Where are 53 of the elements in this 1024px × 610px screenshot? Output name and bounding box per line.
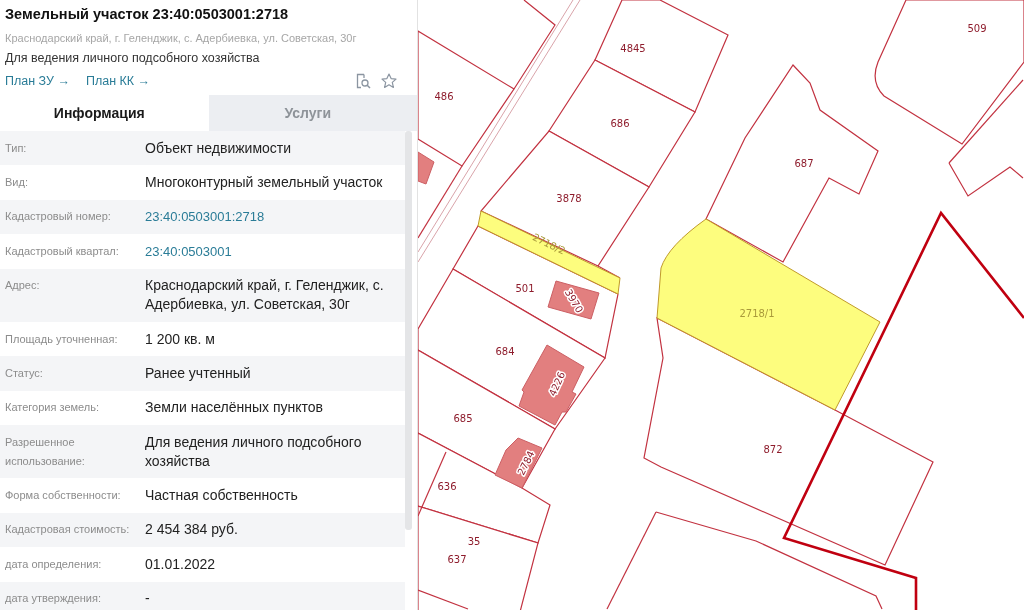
field-value: Краснодарский край, г. Геленджик, с. Адербиевка, ул. Советская, 30г [145,277,384,313]
field-label: Тип: [5,140,28,156]
field-label: дата определения: [5,556,103,572]
parcel-number: 4226 [546,370,568,398]
field-value: - [145,590,150,607]
parcel-number: 687 [794,157,814,169]
field-value: Для ведения личного подсобного хозяйства [145,433,362,469]
field-label: Вид: [5,175,29,191]
cadastral-link[interactable]: 23:40:0503001 [145,243,232,259]
parcel-number: 872 [763,443,783,455]
parcel-number: 3878 [556,192,582,204]
field-value: Земли населённых пунктов [145,399,324,416]
document-search-icon[interactable] [355,73,371,89]
plan-link[interactable]: План ЗУ → [5,72,70,90]
plan-link[interactable]: План КК → [85,72,151,90]
field-value: Ранее учтенный [145,364,251,381]
field-value: 1 200 кв. м [145,330,215,347]
field-label: Форма собственности: [5,488,122,504]
parcel-number: 509 [967,22,987,34]
parcel-number: 637 [447,553,467,565]
field-label: Адрес: [5,278,41,294]
field-label: Кадастровый квартал: [5,243,120,259]
parcel-title: Земельный участок 23:40:0503001:2718 [5,5,290,23]
parcel-number: 2718/1 [739,307,775,319]
field-value: 2 454 384 руб. [145,521,238,538]
address-text: Краснодарский край, г. Геленджик, с. Адербиевка, ул. Советская, 30г [5,31,358,45]
parcel-number: 35 [467,535,481,547]
parcel-number: 486 [434,90,454,102]
tab[interactable]: Услуги [208,95,417,131]
star-icon[interactable] [381,73,397,89]
field-value: 01.01.2022 [145,555,216,572]
field-label: дата утверждения: [5,591,102,607]
parcel-number: 684 [495,345,515,357]
field-value: Частная собственность [145,487,298,504]
field-label: Статус: [5,365,44,381]
parcel-number: 636 [437,480,457,492]
field-value: Объект недвижимости [145,139,292,156]
building [494,437,543,489]
parcel-number: 2784 [515,449,537,477]
cadastral-link[interactable]: 23:40:0503001:2718 [145,209,265,225]
parcel-number: 686 [610,117,630,129]
parcel-number: 501 [515,282,535,294]
building [547,280,600,320]
field-label: Кадастровая стоимость: [5,522,131,538]
field-value: Многоконтурный земельный участок [145,174,383,191]
scrollbar-thumb[interactable] [405,131,412,530]
field-label: Кадастровый номер: [5,209,112,225]
field-label: Разрешенное использование: [5,434,86,469]
parcel-number: 685 [453,412,473,424]
field-label: Площадь уточненная: [5,331,119,347]
parcel-number: 4845 [620,42,646,54]
purpose-text: Для ведения личного подсобного хозяйства [5,50,261,66]
field-label: Категория земель: [5,400,101,416]
